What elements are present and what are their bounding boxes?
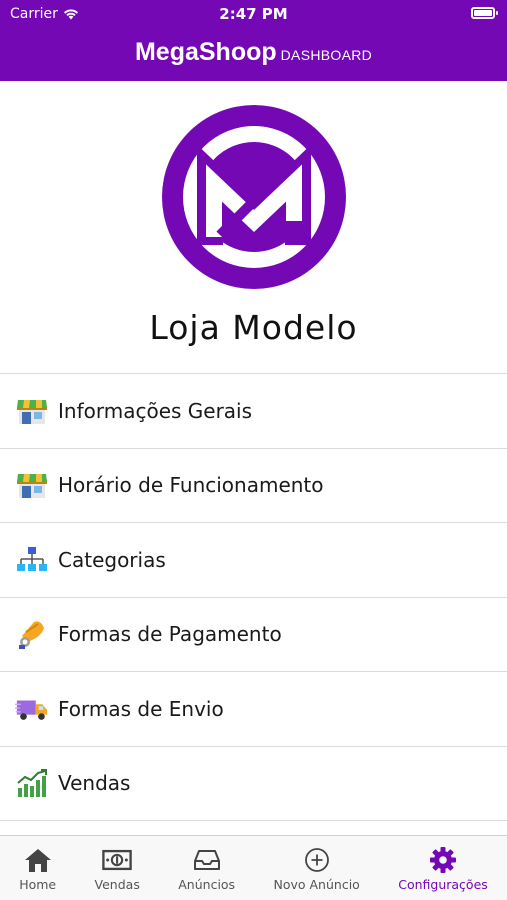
inbox-icon xyxy=(192,845,222,875)
tab-label: Anúncios xyxy=(178,877,236,892)
menu-item-formas-pagamento[interactable]: Formas de Pagamento xyxy=(0,598,507,672)
tab-label: Home xyxy=(19,877,57,892)
battery-icon xyxy=(471,7,498,19)
menu-item-label: Formas de Envio xyxy=(58,696,224,721)
payment-hand-icon xyxy=(15,617,49,651)
tab-label: Configurações xyxy=(398,877,488,892)
tab-novo-anuncio[interactable]: Novo Anúncio xyxy=(254,836,379,900)
settings-menu: Informações Gerais Horário de Funcioname… xyxy=(0,373,507,821)
brand-title: MegaShoop DASHBOARD xyxy=(0,38,507,67)
menu-item-vendas[interactable]: Vendas xyxy=(0,747,507,821)
store-icon xyxy=(15,394,49,428)
tab-label: Vendas xyxy=(94,877,140,892)
brand-subtitle: DASHBOARD xyxy=(280,47,373,63)
store-profile: Loja Modelo xyxy=(0,81,507,373)
menu-item-label: Informações Gerais xyxy=(58,398,253,423)
status-bar: Carrier 2:47 PM xyxy=(0,0,507,28)
store-icon xyxy=(15,468,49,502)
gear-icon xyxy=(428,845,458,875)
tab-anuncios[interactable]: Anúncios xyxy=(159,836,254,900)
tab-label: Novo Anúncio xyxy=(273,877,360,892)
menu-item-categorias[interactable]: Categorias xyxy=(0,523,507,598)
tab-home[interactable]: Home xyxy=(0,836,75,900)
delivery-truck-icon xyxy=(15,692,49,726)
menu-item-label: Formas de Pagamento xyxy=(58,622,282,647)
sales-chart-icon xyxy=(15,766,49,800)
menu-item-formas-envio[interactable]: Formas de Envio xyxy=(0,672,507,747)
home-icon xyxy=(23,845,53,875)
app-header: Carrier 2:47 PM MegaShoop DASHBOARD xyxy=(0,0,507,81)
money-icon xyxy=(102,845,132,875)
plus-circle-icon xyxy=(302,845,332,875)
tab-bar: Home Vendas Anúncios Novo Anúncio Config… xyxy=(0,835,507,900)
brand-name: MegaShoop xyxy=(134,38,277,66)
menu-item-horario-funcionamento[interactable]: Horário de Funcionamento xyxy=(0,449,507,523)
menu-item-label: Categorias xyxy=(58,547,166,572)
tab-vendas[interactable]: Vendas xyxy=(75,836,159,900)
store-name: Loja Modelo xyxy=(149,308,358,347)
clock: 2:47 PM xyxy=(219,5,288,23)
menu-item-label: Vendas xyxy=(58,771,131,796)
menu-item-label: Horário de Funcionamento xyxy=(58,473,324,498)
hierarchy-icon xyxy=(15,543,49,577)
megashoop-logo-icon xyxy=(162,105,346,289)
tab-configuracoes[interactable]: Configurações xyxy=(379,836,507,900)
menu-item-informacoes-gerais[interactable]: Informações Gerais xyxy=(0,374,507,449)
